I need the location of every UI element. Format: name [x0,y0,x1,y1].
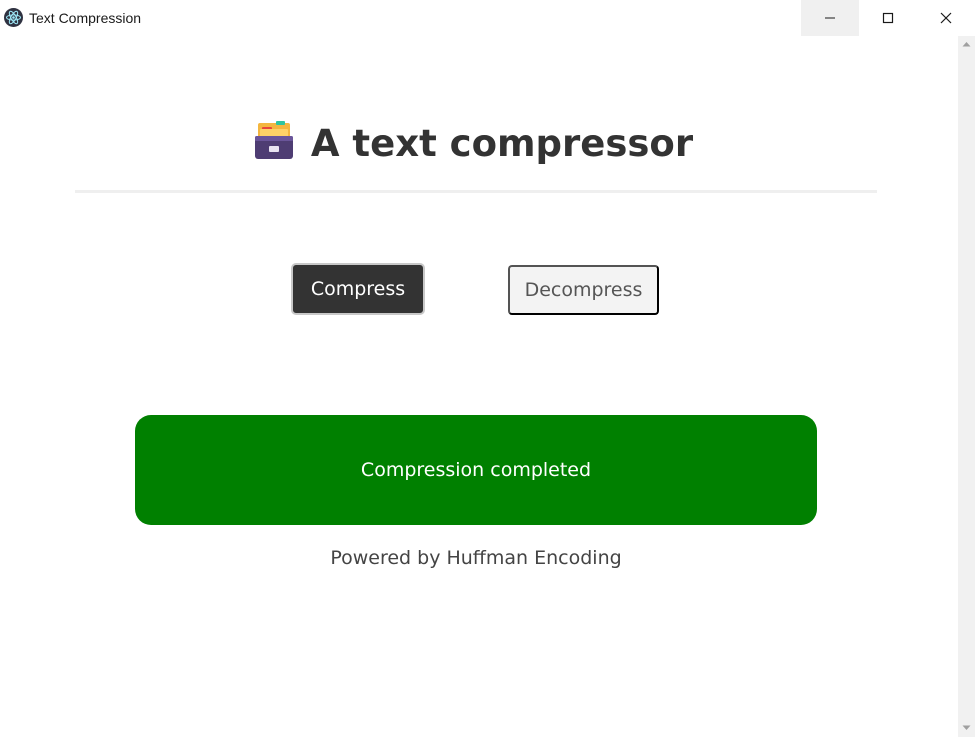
vertical-scrollbar[interactable] [958,36,975,737]
electron-atom-icon [4,8,23,27]
main-content: A text compressor Compress Decompress Co… [0,36,958,737]
page-header: A text compressor [0,118,958,168]
header-divider [75,190,877,193]
title-bar[interactable]: Text Compression [0,0,975,36]
close-icon [940,12,952,24]
footer-text: Powered by Huffman Encoding [330,547,622,569]
compress-button[interactable]: Compress [291,263,425,315]
card-file-box-icon [253,121,295,165]
window-title: Text Compression [29,10,142,26]
caret-down-icon [962,725,971,730]
page-title: A text compressor [310,121,694,165]
maximize-button[interactable] [859,0,917,36]
app-window: Text Compression A text compressor Compr… [0,0,975,737]
maximize-icon [882,12,894,24]
decompress-button[interactable]: Decompress [508,265,659,315]
caret-up-icon [962,42,971,47]
minimize-icon [825,17,835,19]
minimize-button[interactable] [801,0,859,36]
close-button[interactable] [917,0,975,36]
scroll-up-button[interactable] [958,36,975,53]
status-banner: Compression completed [135,415,817,525]
scroll-down-button[interactable] [958,720,975,737]
status-message: Compression completed [360,459,592,481]
